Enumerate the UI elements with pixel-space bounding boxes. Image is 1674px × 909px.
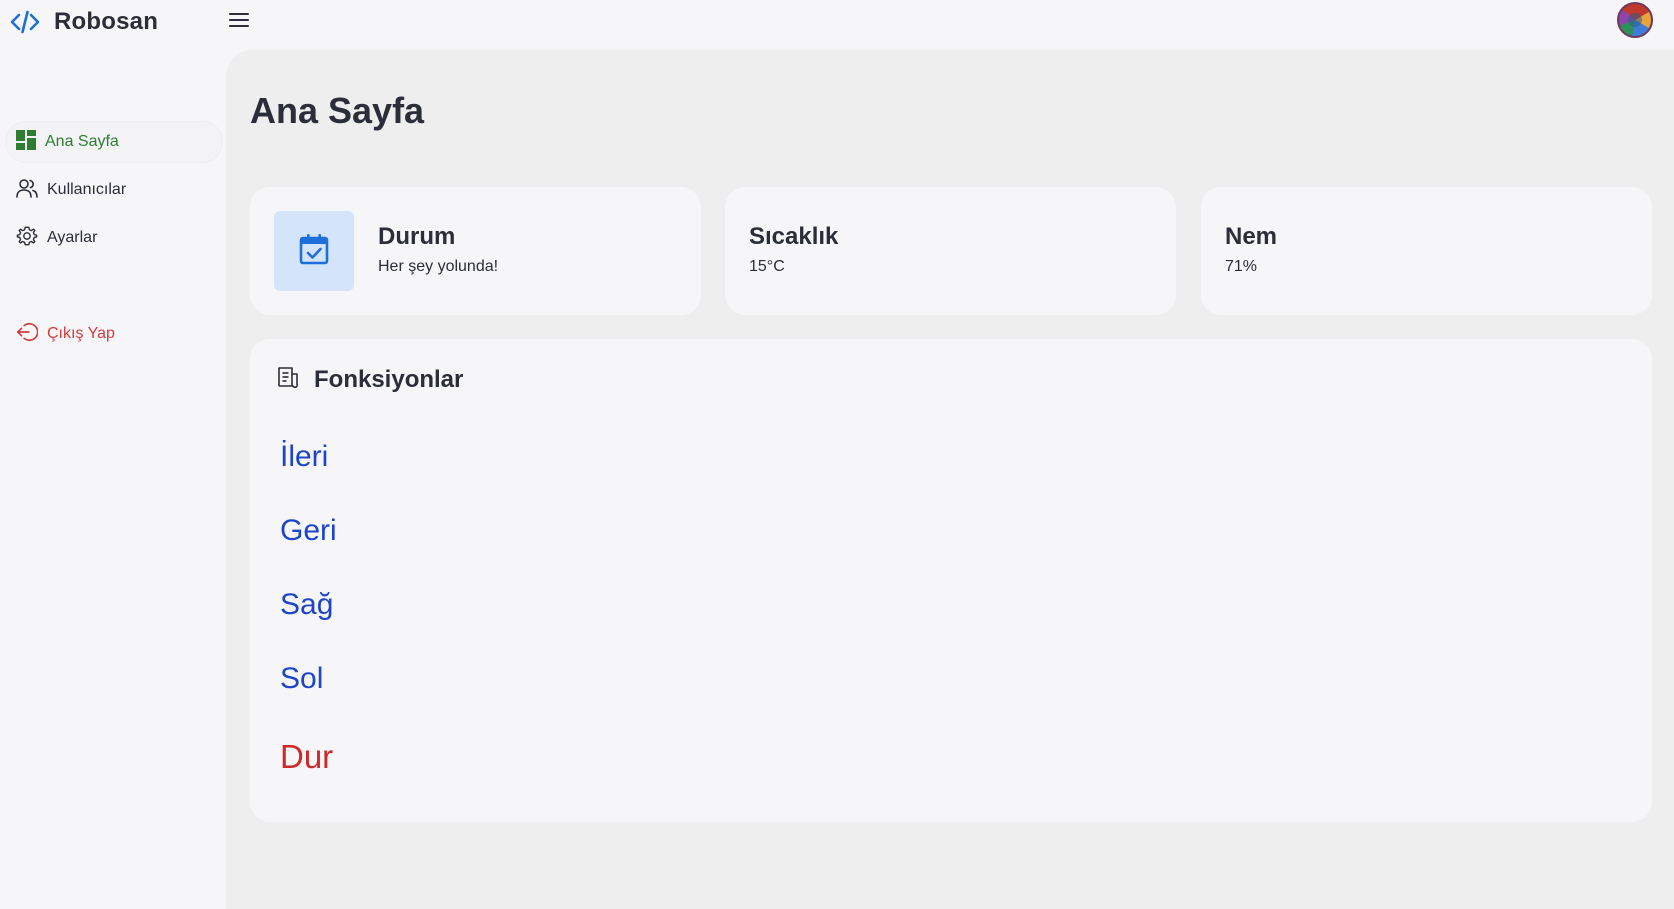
card-title: Sıcaklık bbox=[749, 223, 839, 250]
humidity-card: Nem 71% bbox=[1201, 187, 1652, 315]
top-bar: Robosan bbox=[0, 0, 1674, 48]
functions-header: Fonksiyonlar bbox=[276, 365, 463, 394]
sidebar-item-kullanicilar[interactable]: Kullanıcılar bbox=[6, 170, 222, 210]
status-icon-box bbox=[274, 211, 354, 291]
gear-icon bbox=[16, 225, 38, 252]
logout-label: Çıkış Yap bbox=[47, 325, 115, 342]
status-card: Durum Her şey yolunda! bbox=[250, 187, 701, 315]
dashboard-icon bbox=[16, 129, 36, 155]
brand-name: Robosan bbox=[54, 8, 159, 35]
card-subtitle: Her şey yolunda! bbox=[378, 258, 499, 275]
sidebar: Ana Sayfa Kullanıcılar Ayarlar Çıkış Yap bbox=[0, 48, 226, 909]
card-value: 15°C bbox=[749, 258, 785, 275]
back-button[interactable]: Geri bbox=[280, 514, 337, 548]
card-title: Durum bbox=[378, 223, 456, 250]
functions-panel: Fonksiyonlar İleri Geri Sağ Sol Dur bbox=[250, 339, 1652, 822]
brand[interactable]: Robosan bbox=[10, 6, 158, 38]
forward-button[interactable]: İleri bbox=[280, 440, 328, 474]
hamburger-menu-button[interactable] bbox=[226, 10, 252, 34]
hamburger-menu-icon bbox=[229, 12, 249, 33]
user-avatar[interactable] bbox=[1617, 2, 1653, 38]
document-list-icon bbox=[276, 365, 300, 394]
functions-title: Fonksiyonlar bbox=[314, 365, 464, 393]
code-icon bbox=[10, 10, 40, 34]
logout-button[interactable]: Çıkış Yap bbox=[6, 314, 222, 354]
sidebar-item-label: Kullanıcılar bbox=[47, 181, 127, 198]
sidebar-item-label: Ana Sayfa bbox=[45, 133, 119, 150]
sidebar-item-ayarlar[interactable]: Ayarlar bbox=[6, 218, 222, 258]
sidebar-item-label: Ayarlar bbox=[47, 229, 98, 246]
card-title: Nem bbox=[1225, 223, 1278, 250]
left-button[interactable]: Sol bbox=[280, 662, 323, 696]
calendar-check-icon bbox=[299, 233, 329, 270]
temperature-card: Sıcaklık 15°C bbox=[725, 187, 1176, 315]
logout-icon bbox=[16, 321, 39, 348]
users-icon bbox=[16, 178, 38, 203]
card-value: 71% bbox=[1225, 258, 1258, 275]
right-button[interactable]: Sağ bbox=[280, 588, 333, 622]
stop-button[interactable]: Dur bbox=[280, 738, 333, 776]
page-title: Ana Sayfa bbox=[250, 90, 425, 131]
sidebar-item-ana-sayfa[interactable]: Ana Sayfa bbox=[6, 122, 222, 162]
